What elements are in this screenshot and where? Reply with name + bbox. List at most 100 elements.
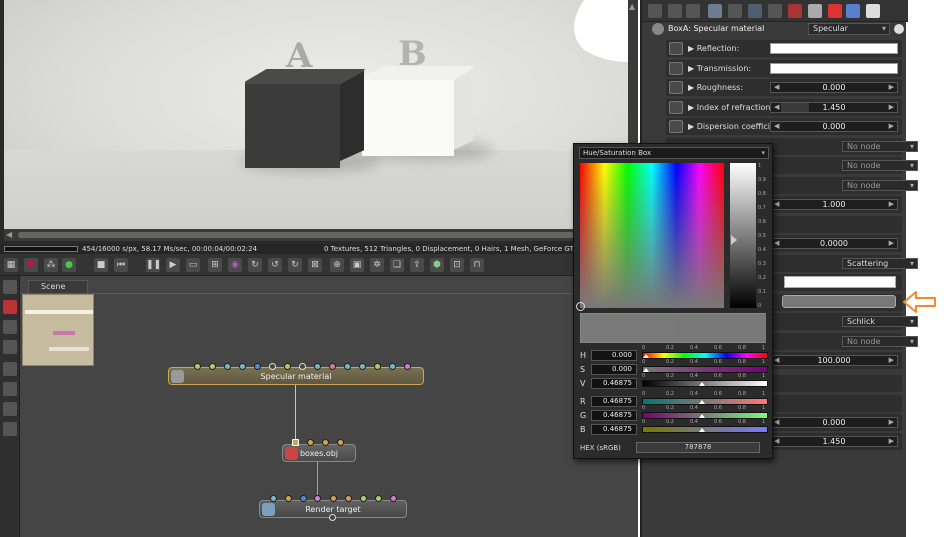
active-color-swatch[interactable] — [782, 295, 896, 308]
input-pin[interactable] — [224, 363, 231, 370]
channel-row-v[interactable]: V 0.46875 0 0.2 0.4 0.6 0.8 1 — [578, 373, 770, 390]
input-pin[interactable] — [359, 363, 366, 370]
tab-scene[interactable]: Scene — [28, 280, 88, 293]
decrement-icon[interactable]: ◀ — [774, 200, 779, 209]
grid-icon[interactable]: ⁂ — [44, 258, 58, 272]
decrement-icon[interactable]: ◀ — [774, 356, 779, 365]
input-pin[interactable] — [284, 363, 291, 370]
input-pin[interactable] — [389, 363, 396, 370]
increment-icon[interactable]: ▶ — [889, 103, 894, 112]
delete-icon[interactable] — [3, 300, 17, 314]
param-reflection[interactable]: ▶ Reflection: — [666, 40, 902, 57]
medium-select[interactable]: Scattering ▾ — [842, 258, 918, 269]
viewport-horizontal-scrollbar[interactable]: ◀ — [4, 229, 628, 241]
color-swatch[interactable] — [784, 276, 896, 288]
decrement-icon[interactable]: ◀ — [774, 239, 779, 248]
slider-marker[interactable] — [699, 428, 706, 432]
blue-slider[interactable] — [642, 426, 768, 433]
refresh-icon[interactable]: ↺ — [268, 258, 282, 272]
node-select[interactable]: No node ▾ — [842, 141, 918, 152]
grid-icon[interactable]: ⊠ — [308, 258, 322, 272]
monitor-icon[interactable]: ▭ — [186, 258, 200, 272]
layout-icon[interactable] — [668, 4, 682, 18]
color-picker-popup[interactable]: Hue/Saturation Box ▾ 1 0.9 0.8 0.7 0.6 0.5 0.4… — [573, 143, 773, 459]
hue-saturation-box[interactable] — [580, 163, 724, 308]
value-field[interactable]: ◀ 0.0000 ▶ — [770, 238, 898, 249]
input-pin[interactable] — [314, 363, 321, 370]
input-pin[interactable] — [375, 495, 382, 502]
render-viewport[interactable]: B A ▲ ◀ — [0, 0, 638, 244]
increment-icon[interactable]: ▶ — [889, 239, 894, 248]
node-select[interactable]: No node ▾ — [842, 160, 918, 171]
green-field[interactable]: 0.46875 — [591, 410, 637, 421]
saturation-field[interactable]: 0.000 — [591, 364, 637, 375]
texture-icon[interactable] — [669, 62, 683, 75]
image-icon[interactable] — [708, 4, 722, 18]
image-icon[interactable] — [3, 362, 17, 376]
blue-field[interactable]: 0.46875 — [591, 424, 637, 435]
decrement-icon[interactable]: ◀ — [774, 437, 779, 446]
material-pin[interactable] — [292, 439, 299, 446]
picker-cursor[interactable] — [576, 302, 585, 311]
undo-icon[interactable] — [3, 280, 17, 294]
increment-icon[interactable]: ▶ — [889, 122, 894, 131]
param-ior[interactable]: ▶ Index of refraction: ◀ 1.450 ▶ — [666, 99, 902, 116]
grid-icon[interactable]: ⊞ — [208, 258, 222, 272]
value-slider[interactable] — [642, 380, 768, 387]
input-pin[interactable] — [239, 363, 246, 370]
input-pin[interactable] — [345, 495, 352, 502]
output-pin[interactable] — [329, 514, 336, 521]
input-pin[interactable] — [285, 495, 292, 502]
settings-icon[interactable] — [728, 4, 742, 18]
input-pin[interactable] — [330, 495, 337, 502]
zoom-icon[interactable]: ⊕ — [330, 258, 344, 272]
flask-icon[interactable] — [788, 4, 802, 18]
camera-icon[interactable] — [768, 4, 782, 18]
color-icon[interactable]: ◉ — [228, 258, 242, 272]
scroll-left-icon[interactable]: ◀ — [6, 230, 12, 239]
node-graph-editor[interactable]: Scene Specular material boxes.obj Render… — [20, 276, 638, 537]
channel-row-b[interactable]: B 0.46875 0 0.2 0.4 0.6 0.8 1 — [578, 419, 770, 436]
input-pin[interactable] — [307, 439, 314, 446]
value-field[interactable]: ◀ 1.450 ▶ — [770, 436, 898, 447]
image-icon[interactable] — [866, 4, 880, 18]
sphere-icon[interactable]: ● — [62, 258, 76, 272]
red-field[interactable]: 0.46875 — [591, 396, 637, 407]
increment-icon[interactable]: ▶ — [889, 418, 894, 427]
slider-marker[interactable] — [699, 382, 706, 386]
value-field[interactable]: ◀ 100.000 ▶ — [770, 355, 898, 366]
export-icon[interactable]: ⇪ — [410, 258, 424, 272]
texture-icon[interactable] — [669, 81, 683, 94]
grid-icon[interactable] — [3, 320, 17, 334]
hex-field[interactable]: 787878 — [636, 442, 760, 453]
layers-icon[interactable]: ❏ — [390, 258, 404, 272]
input-pin[interactable] — [337, 439, 344, 446]
eye-icon[interactable] — [894, 24, 904, 34]
hue-field[interactable]: 0.000 — [591, 350, 637, 361]
cube-icon[interactable]: ⬢ — [430, 258, 444, 272]
value-field[interactable]: ◀ 1.000 ▶ — [770, 199, 898, 210]
layers-icon[interactable] — [3, 422, 17, 436]
node-specular-material[interactable]: Specular material — [168, 367, 424, 385]
slider-marker[interactable] — [643, 368, 649, 372]
green-slider[interactable] — [642, 412, 768, 419]
input-pin[interactable] — [194, 363, 201, 370]
input-pin[interactable] — [374, 363, 381, 370]
layout-icon[interactable] — [648, 4, 662, 18]
float-icon[interactable] — [669, 120, 683, 133]
input-pin[interactable] — [314, 495, 321, 502]
increment-icon[interactable]: ▶ — [889, 356, 894, 365]
decrement-icon[interactable]: ◀ — [774, 418, 779, 427]
decrement-icon[interactable]: ◀ — [774, 103, 779, 112]
picker-mode-select[interactable]: Hue/Saturation Box ▾ — [579, 147, 769, 159]
camera-icon[interactable]: ⊡ — [450, 258, 464, 272]
input-pin[interactable] — [270, 495, 277, 502]
hue-slider[interactable] — [642, 352, 768, 359]
input-pin[interactable] — [300, 495, 307, 502]
pause-icon[interactable]: ❚❚ — [146, 258, 161, 272]
value-field[interactable]: 0.46875 — [591, 378, 637, 389]
grid-icon[interactable] — [3, 340, 17, 354]
slider-marker[interactable] — [643, 354, 649, 358]
texture-icon[interactable] — [808, 4, 822, 18]
refresh-icon[interactable]: ↻ — [288, 258, 302, 272]
